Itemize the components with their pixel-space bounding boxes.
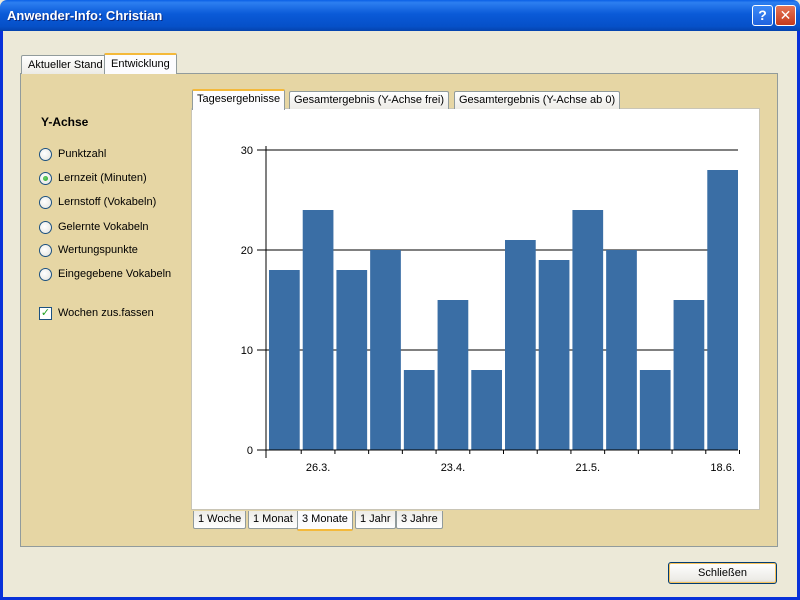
radio-button[interactable]: [39, 220, 52, 234]
window-title: Anwender-Info: Christian: [7, 8, 163, 23]
checkbox[interactable]: ✓: [39, 306, 52, 320]
bar: [403, 370, 435, 450]
bar: [302, 210, 334, 450]
close-window-button[interactable]: ✕: [775, 5, 796, 26]
bar: [538, 260, 570, 450]
range-tab-1-jahr[interactable]: 1 Jahr: [355, 511, 396, 529]
bar: [370, 250, 401, 450]
radio-label: Lernstoff (Vokabeln): [58, 196, 157, 208]
radio-label: Lernzeit (Minuten): [58, 172, 147, 184]
bar: [336, 270, 368, 450]
bar-chart: 0 10 20 30 26.3. 23.4. 21.5. 18.6.: [241, 145, 740, 474]
radio-punktzahl[interactable]: Punktzahl: [39, 147, 106, 161]
bar: [707, 170, 738, 450]
radio-button-selected[interactable]: [39, 171, 52, 185]
bar: [471, 370, 502, 450]
help-button[interactable]: ?: [752, 5, 773, 26]
radio-lernstoff[interactable]: Lernstoff (Vokabeln): [39, 195, 156, 209]
range-tab-3-monate[interactable]: 3 Monate: [297, 511, 353, 531]
radio-label: Eingegebene Vokabeln: [58, 268, 172, 280]
x-tick-label: 18.6.: [710, 462, 734, 474]
radio-wertungspunkte[interactable]: Wertungspunkte: [39, 243, 138, 257]
close-button[interactable]: Schließen: [668, 562, 777, 584]
checkbox-label: Wochen zus.fassen: [58, 307, 154, 319]
bar: [606, 250, 637, 450]
bar: [505, 240, 536, 450]
tab-aktueller-stand[interactable]: Aktueller Stand: [21, 55, 110, 74]
radio-eingegebene-vokabeln[interactable]: Eingegebene Vokabeln: [39, 267, 171, 281]
x-tick-label: 26.3.: [306, 462, 330, 474]
bar: [639, 370, 671, 450]
range-tab-3-jahre[interactable]: 3 Jahre: [396, 511, 443, 529]
y-tick-label: 30: [241, 145, 253, 157]
bar: [673, 300, 705, 450]
x-tick-label: 23.4.: [441, 462, 465, 474]
x-tick-label: 21.5.: [576, 462, 600, 474]
range-tab-1-woche[interactable]: 1 Woche: [193, 511, 247, 529]
radio-label: Gelernte Vokabeln: [58, 221, 149, 233]
bar: [572, 210, 604, 450]
chart-area: 0 10 20 30 26.3. 23.4. 21.5. 18.6.: [191, 108, 760, 510]
bar: [269, 270, 300, 450]
tab-gesamtergebnis-frei[interactable]: Gesamtergebnis (Y-Achse frei): [289, 91, 449, 109]
tab-entwicklung[interactable]: Entwicklung: [104, 53, 177, 74]
radio-button[interactable]: [39, 243, 52, 257]
radio-lernzeit[interactable]: Lernzeit (Minuten): [39, 171, 147, 185]
bar: [437, 300, 469, 450]
radio-gelernte-vokabeln[interactable]: Gelernte Vokabeln: [39, 220, 149, 234]
range-tab-1-monat[interactable]: 1 Monat: [248, 511, 298, 529]
radio-button[interactable]: [39, 147, 52, 161]
y-tick-label: 10: [241, 345, 253, 357]
y-tick-label: 20: [241, 245, 253, 257]
title-bar[interactable]: Anwender-Info: Christian ? ✕: [0, 0, 800, 31]
radio-label: Punktzahl: [58, 148, 107, 160]
radio-button[interactable]: [39, 195, 52, 209]
yaxis-title: Y-Achse: [41, 115, 89, 129]
radio-button[interactable]: [39, 267, 52, 281]
tab-gesamtergebnis-ab-0[interactable]: Gesamtergebnis (Y-Achse ab 0): [454, 91, 621, 109]
radio-label: Wertungspunkte: [58, 244, 138, 256]
y-tick-label: 0: [247, 445, 253, 457]
checkbox-wochen-zusammenfassen[interactable]: ✓ Wochen zus.fassen: [39, 306, 154, 320]
tab-tagesergebnisse[interactable]: Tagesergebnisse: [192, 89, 286, 110]
